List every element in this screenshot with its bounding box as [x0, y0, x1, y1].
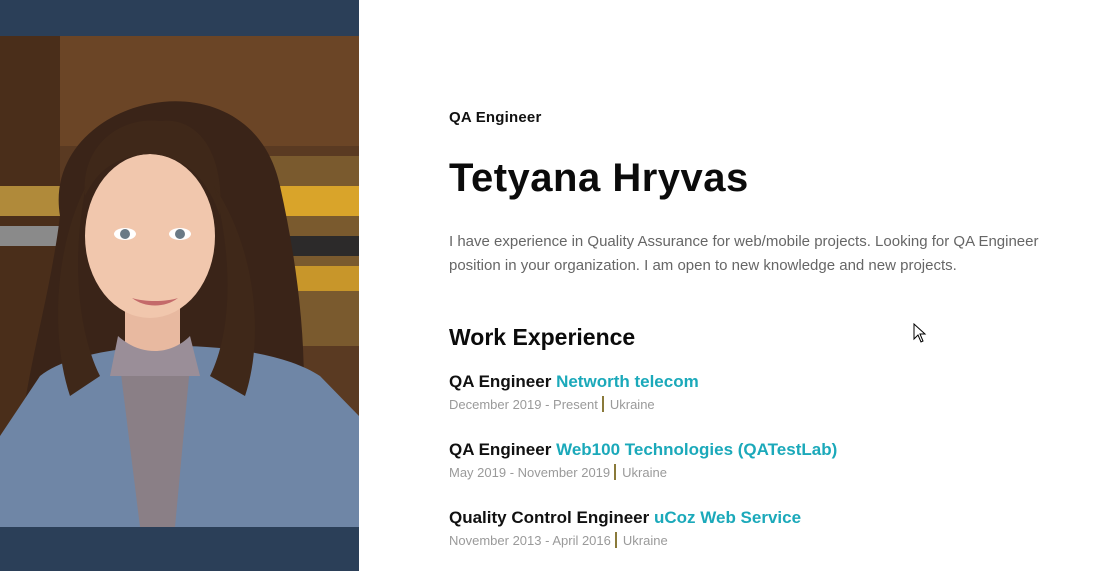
job-dates: November 2013 - April 2016 [449, 533, 611, 548]
separator [601, 396, 604, 412]
sidebar-panel [0, 0, 359, 571]
job-location: Ukraine [609, 397, 655, 412]
job-location: Ukraine [622, 533, 668, 548]
mouse-cursor-icon [913, 322, 927, 348]
job-title-header: QA Engineer [449, 109, 542, 126]
summary-text: I have experience in Quality Assurance f… [449, 233, 1039, 274]
job-entry: QA Engineer Networth telecom December 20… [449, 372, 1089, 412]
job-dates: December 2019 - Present [449, 397, 598, 412]
job-entry: QA Engineer Web100 Technologies (QATestL… [449, 440, 1089, 480]
resume-page: QA Engineer Tetyana Hryvas I have experi… [0, 0, 1114, 571]
company-link[interactable]: Web100 Technologies (QATestLab) [556, 440, 837, 459]
company-link[interactable]: uCoz Web Service [654, 508, 801, 527]
job-role: QA Engineer [449, 440, 552, 459]
separator [614, 532, 617, 548]
job-location: Ukraine [622, 465, 667, 480]
job-title-line: QA Engineer Web100 Technologies (QATestL… [449, 440, 1089, 460]
job-dates: May 2019 - November 2019 [449, 465, 611, 480]
work-experience-heading: Work Experience [449, 324, 636, 350]
job-meta: November 2013 - April 2016 Ukraine [449, 532, 1089, 548]
profile-photo [0, 36, 359, 527]
job-title-line: QA Engineer Networth telecom [449, 372, 1089, 392]
job-meta: May 2019 - November 2019 Ukraine [449, 464, 1089, 480]
job-meta: December 2019 - Present Ukraine [449, 396, 1089, 412]
person-name: Tetyana Hryvas [449, 156, 749, 200]
company-link[interactable]: Networth telecom [556, 372, 699, 391]
separator [614, 464, 617, 480]
job-role: Quality Control Engineer [449, 508, 650, 527]
job-role: QA Engineer [449, 372, 552, 391]
job-title-line: Quality Control Engineer uCoz Web Servic… [449, 508, 1089, 528]
job-entry: Quality Control Engineer uCoz Web Servic… [449, 508, 1089, 548]
